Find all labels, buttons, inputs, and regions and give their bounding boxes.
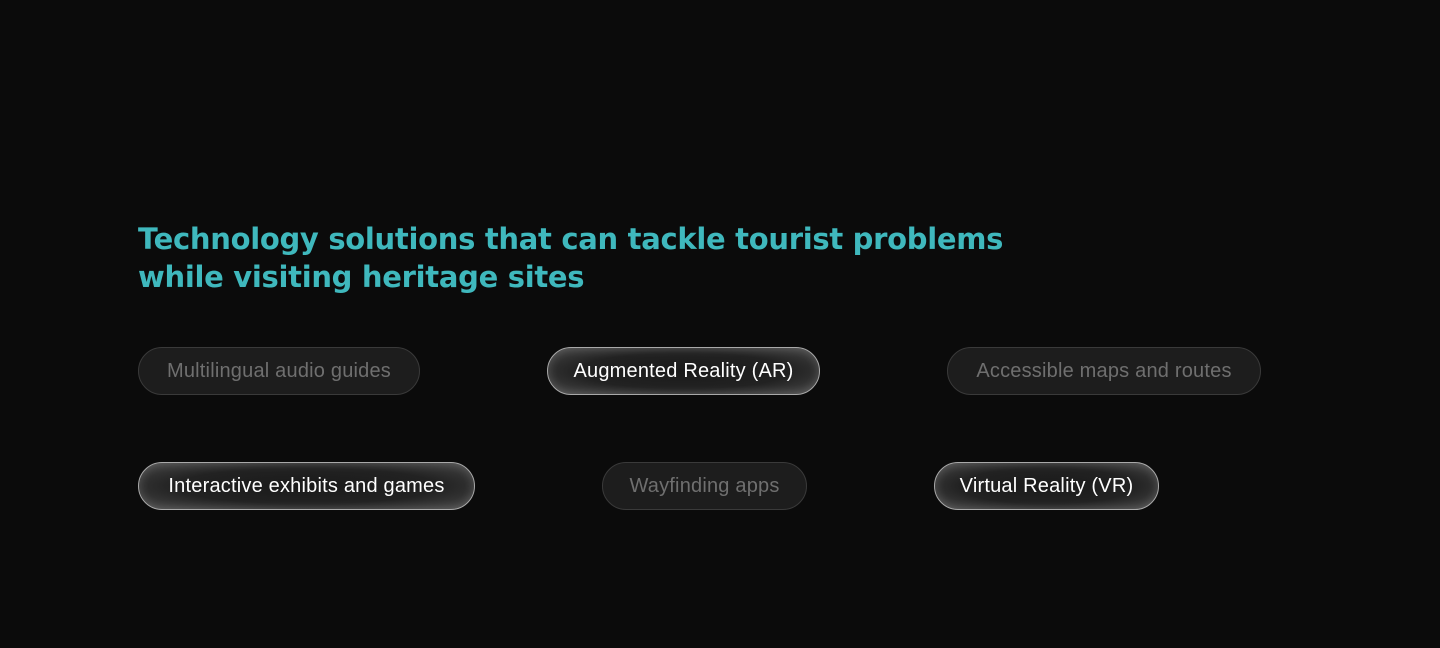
heading-line-2: while visiting heritage sites xyxy=(138,260,585,294)
pill-virtual-reality[interactable]: Virtual Reality (VR) xyxy=(934,462,1159,510)
page: Technology solutions that can tackle tou… xyxy=(0,0,1440,648)
section-heading: Technology solutions that can tackle tou… xyxy=(138,220,1038,296)
pill-interactive-exhibits-games[interactable]: Interactive exhibits and games xyxy=(138,462,475,510)
pill-multilingual-audio-guides[interactable]: Multilingual audio guides xyxy=(138,347,420,395)
heading-line-1: Technology solutions that can tackle tou… xyxy=(138,222,1004,256)
pill-augmented-reality[interactable]: Augmented Reality (AR) xyxy=(547,347,820,395)
pill-accessible-maps-routes[interactable]: Accessible maps and routes xyxy=(947,347,1261,395)
pill-wayfinding-apps[interactable]: Wayfinding apps xyxy=(602,462,807,510)
